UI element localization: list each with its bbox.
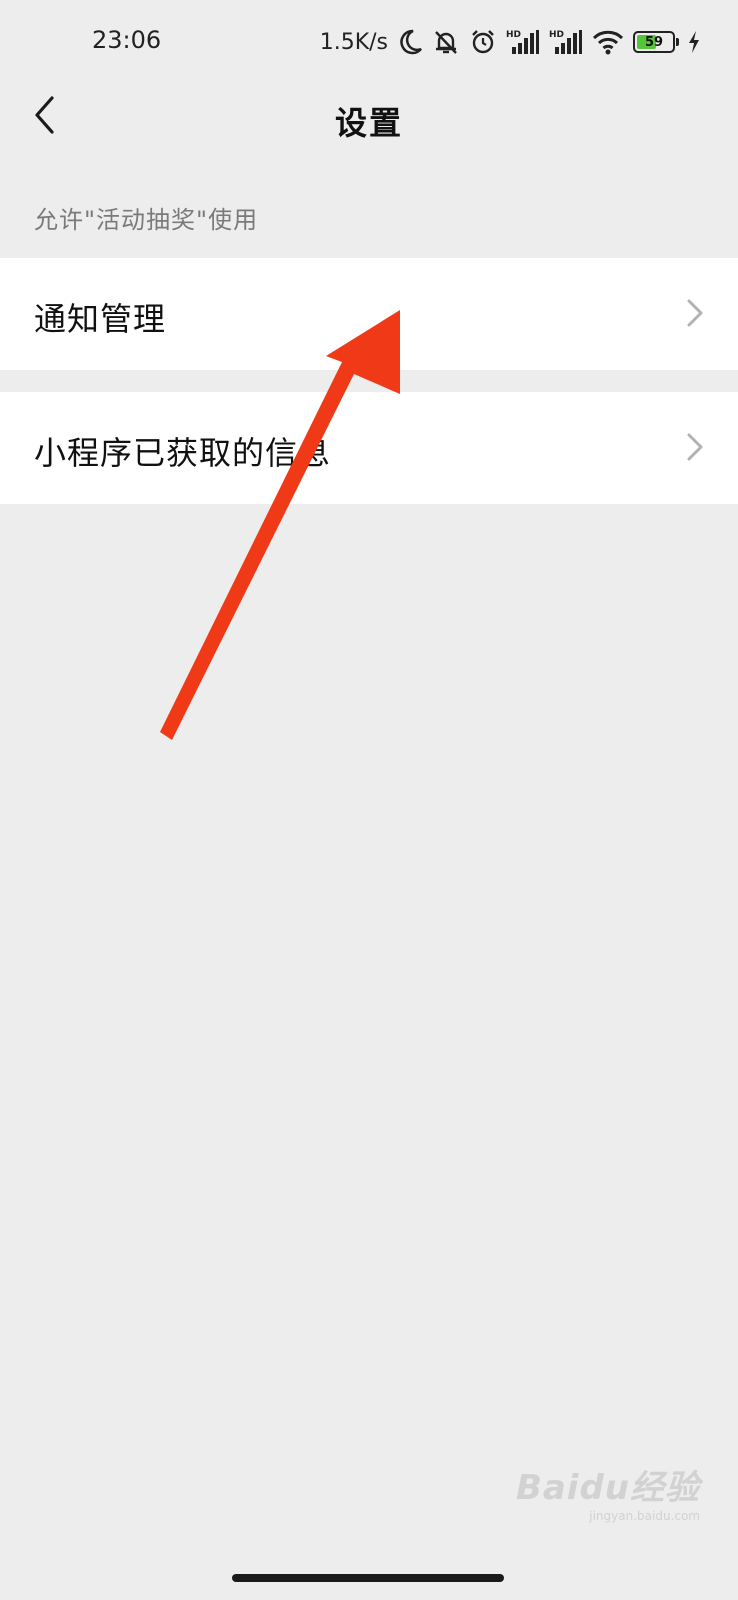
- home-indicator[interactable]: [232, 1574, 504, 1582]
- svg-text:HD: HD: [506, 30, 521, 40]
- watermark-brand: Baidu经验: [515, 1468, 700, 1508]
- page-title: 设置: [334, 104, 403, 142]
- battery-level: 59: [644, 34, 664, 50]
- bell-off-icon: [432, 28, 460, 56]
- moon-icon: [399, 29, 423, 55]
- obtained-info-label: 小程序已获取的信息: [34, 434, 332, 472]
- charging-icon: [688, 31, 700, 53]
- svg-text:HD: HD: [549, 30, 564, 40]
- obtained-info-item[interactable]: 小程序已获取的信息: [0, 392, 738, 504]
- alarm-icon: [469, 28, 497, 56]
- chevron-right-icon: [686, 298, 704, 332]
- status-bar: 23:06 1.5K/s HD HD 59: [0, 0, 738, 84]
- notification-management-item[interactable]: 通知管理: [0, 258, 738, 370]
- battery-icon: 59: [633, 31, 679, 53]
- wifi-icon: [592, 29, 624, 55]
- status-time: 23:06: [92, 26, 162, 54]
- chevron-right-icon: [686, 432, 704, 466]
- signal-hd-icon: HD: [549, 28, 583, 56]
- watermark-url: jingyan.baidu.com: [589, 1509, 700, 1523]
- arrow-shape: [160, 310, 400, 740]
- network-speed: 1.5K/s: [319, 29, 388, 55]
- nav-bar: 设置: [0, 84, 738, 150]
- signal-hd-icon: HD: [506, 28, 540, 56]
- baidu-watermark: Baidu经验 jingyan.baidu.com: [516, 1460, 700, 1523]
- annotation-arrow: [160, 310, 400, 740]
- notification-management-label: 通知管理: [34, 300, 167, 338]
- section-header: 允许"活动抽奖"使用: [34, 206, 259, 234]
- status-icons: 1.5K/s HD HD 59: [320, 22, 700, 62]
